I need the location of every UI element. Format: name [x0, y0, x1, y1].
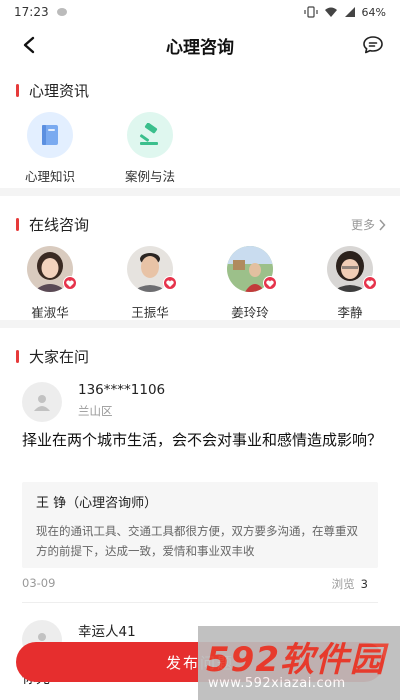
more-link[interactable]: 更多 [351, 216, 386, 233]
author-name: 幸运人41 [78, 624, 136, 640]
resources-header: 心理资讯 [16, 80, 89, 100]
vibrate-icon [303, 6, 318, 18]
chevron-left-icon [23, 36, 35, 54]
section-marker [16, 349, 19, 363]
questions-title: 大家在问 [29, 347, 90, 366]
battery-level: 64% [361, 5, 386, 19]
online-header: 在线咨询 [16, 214, 89, 234]
section-marker [16, 217, 19, 231]
author-meta: 幸运人41 [78, 620, 136, 640]
gavel-icon [127, 112, 173, 158]
advisor-name: 姜玲玲 [231, 305, 269, 320]
book-icon [27, 112, 73, 158]
question-footer: 03-09 浏览 3 [22, 576, 368, 592]
answer-card[interactable]: 王 铮（心理咨询师） 现在的通讯工具、交通工具都很方便，双方要多沟通，在尊重双方… [22, 482, 378, 568]
heart-badge-icon [163, 276, 177, 290]
resources-section: 心理资讯 心理知识 案例与法 [0, 80, 400, 184]
avatar [127, 246, 177, 292]
advisor-card[interactable]: 姜玲玲 [200, 246, 300, 321]
signal-icon [344, 7, 355, 17]
user-avatar-icon [22, 382, 62, 422]
question-date: 03-09 [22, 576, 56, 590]
wifi-icon [324, 7, 337, 17]
online-consult-section: 在线咨询 更多 崔淑华 王振华 姜玲玲 李静 [0, 214, 400, 320]
tool-label: 心理知识 [24, 169, 75, 184]
more-label: 更多 [350, 218, 375, 232]
status-indicators: 64% [303, 5, 386, 19]
status-time: 17:23 [14, 5, 49, 19]
avatar [227, 246, 277, 292]
heart-badge-icon [363, 276, 377, 290]
resources-grid: 心理知识 案例与法 [0, 112, 400, 185]
views-label: 浏览 [331, 577, 355, 591]
questions-header: 大家在问 [16, 346, 89, 366]
question-author[interactable]: 136****1106 兰山区 [22, 382, 165, 422]
section-marker [16, 83, 19, 97]
section-divider [0, 320, 400, 328]
avatar [27, 246, 77, 292]
heart-badge-icon [263, 276, 277, 290]
nav-bar: 心理咨询 [0, 24, 400, 66]
resources-title: 心理资讯 [29, 81, 90, 100]
tool-psychology-knowledge[interactable]: 心理知识 [0, 112, 100, 185]
advisor-card[interactable]: 崔淑华 [0, 246, 100, 321]
view-count: 浏览 3 [332, 576, 368, 592]
watermark-logo: 592软件园 www.592xiazai.com [198, 626, 400, 700]
author-meta: 136****1106 兰山区 [78, 382, 165, 419]
online-title: 在线咨询 [29, 215, 90, 234]
advisor-card[interactable]: 王振华 [100, 246, 200, 321]
status-bar: 17:23 64% [0, 0, 400, 24]
author-name: 136****1106 [78, 382, 166, 398]
notification-icon [56, 8, 67, 16]
page-title: 心理咨询 [166, 37, 234, 58]
tool-case-law[interactable]: 案例与法 [100, 112, 200, 185]
watermark-brand: 592软件园 [206, 640, 385, 680]
chat-bubble-icon [363, 36, 383, 54]
list-separator [22, 602, 378, 603]
advisor-list: 崔淑华 王振华 姜玲玲 李静 [0, 246, 400, 321]
answer-author: 王 铮（心理咨询师） [36, 496, 158, 511]
back-button[interactable] [16, 32, 42, 58]
avatar [327, 246, 377, 292]
watermark-url: www.592xiazai.com [208, 676, 346, 691]
advisor-card[interactable]: 李静 [300, 246, 400, 321]
section-divider [0, 188, 400, 196]
answer-text: 现在的通讯工具、交通工具都很方便，双方要多沟通，在尊重双方的前提下，达成一致，爱… [36, 524, 358, 558]
question-text[interactable]: 择业在两个城市生活，会不会对事业和感情造成影响？ [22, 428, 382, 452]
heart-badge-icon [63, 276, 77, 290]
author-location: 兰山区 [78, 404, 113, 418]
chevron-right-icon [379, 218, 386, 231]
advisor-name: 王振华 [131, 305, 169, 320]
tool-label: 案例与法 [124, 169, 175, 184]
message-button[interactable] [360, 32, 386, 58]
views-value: 3 [360, 577, 368, 591]
advisor-name: 李静 [337, 305, 363, 320]
advisor-name: 崔淑华 [31, 305, 69, 320]
